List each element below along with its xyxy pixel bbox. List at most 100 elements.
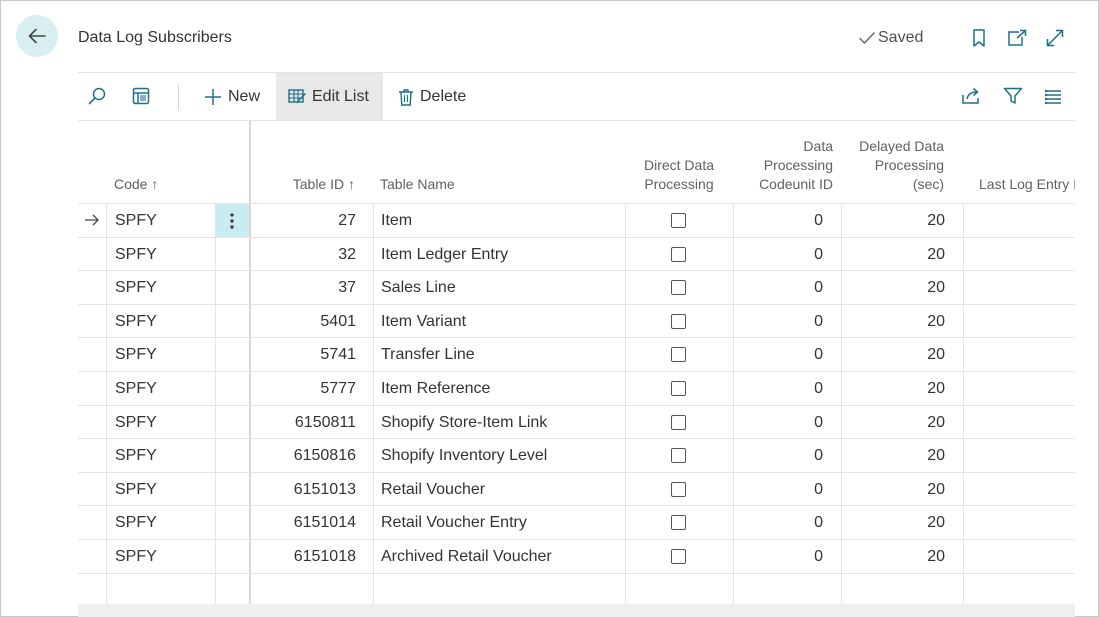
bookmark-icon[interactable]: [968, 27, 990, 49]
table-row[interactable]: SPFY 6150816 Shopify Inventory Level 0 20: [78, 438, 1075, 472]
direct-processing-checkbox[interactable]: [671, 280, 686, 296]
cell-codeunit-id[interactable]: 0: [733, 338, 823, 371]
direct-processing-checkbox[interactable]: [671, 515, 686, 531]
cell-codeunit-id[interactable]: 0: [733, 305, 823, 338]
trash-icon: [399, 88, 413, 106]
show-pane-icon[interactable]: [130, 85, 152, 107]
cell-delayed-processing[interactable]: 20: [841, 540, 945, 573]
cell-delayed-processing[interactable]: 20: [841, 338, 945, 371]
cell-code[interactable]: SPFY: [115, 338, 157, 371]
direct-processing-checkbox[interactable]: [671, 313, 686, 329]
cell-codeunit-id[interactable]: 0: [733, 238, 823, 271]
cell-code[interactable]: SPFY: [115, 506, 157, 539]
table-row[interactable]: SPFY 6151013 Retail Voucher 0 20: [78, 471, 1075, 506]
cell-codeunit-id[interactable]: 0: [733, 473, 823, 506]
share-icon[interactable]: [960, 85, 982, 107]
cell-table-name[interactable]: Sales Line: [381, 271, 456, 304]
cell-codeunit-id[interactable]: 0: [733, 271, 823, 304]
cell-code[interactable]: SPFY: [115, 305, 157, 338]
cell-code[interactable]: SPFY: [115, 406, 157, 439]
open-in-new-window-icon[interactable]: [1006, 27, 1028, 49]
row-actions-button[interactable]: [215, 204, 249, 237]
cell-table-id[interactable]: 6150811: [251, 406, 356, 439]
table-row[interactable]: SPFY 5401 Item Variant 0 20: [78, 303, 1075, 338]
direct-processing-checkbox[interactable]: [671, 213, 686, 228]
cell-delayed-processing[interactable]: 20: [841, 305, 945, 338]
cell-delayed-processing[interactable]: 20: [841, 473, 945, 506]
column-header-table-id[interactable]: Table ID ↑: [251, 121, 355, 203]
horizontal-scrollbar[interactable]: [78, 604, 1075, 617]
cell-table-name[interactable]: Retail Voucher: [381, 473, 485, 506]
list-view-icon[interactable]: [1042, 85, 1064, 107]
expand-icon[interactable]: [1044, 27, 1066, 49]
table-row[interactable]: SPFY 6151014 Retail Voucher Entry 0 20: [78, 505, 1075, 539]
cell-code[interactable]: SPFY: [115, 439, 157, 472]
cell-delayed-processing[interactable]: 20: [841, 271, 945, 304]
cell-table-id[interactable]: 6151014: [251, 506, 356, 539]
cell-codeunit-id[interactable]: 0: [733, 406, 823, 439]
cell-delayed-processing[interactable]: 20: [841, 204, 945, 237]
table-row[interactable]: SPFY 6150811 Shopify Store-Item Link 0 20: [78, 404, 1075, 439]
cell-delayed-processing[interactable]: 20: [841, 506, 945, 539]
cell-table-name[interactable]: Shopify Inventory Level: [381, 439, 547, 472]
cell-table-id[interactable]: 6150816: [251, 439, 356, 472]
column-header-table-name[interactable]: Table Name: [380, 121, 620, 203]
table-row[interactable]: SPFY 27 Item 0 20: [78, 203, 1075, 237]
column-header-delayed-processing[interactable]: Delayed Data Processing (sec): [841, 121, 944, 203]
column-header-codeunit-id[interactable]: Data Processing Codeunit ID: [733, 121, 833, 203]
cell-table-id[interactable]: 37: [251, 271, 356, 304]
cell-table-name[interactable]: Shopify Store-Item Link: [381, 406, 547, 439]
cell-code[interactable]: SPFY: [115, 238, 157, 271]
column-header-direct-processing[interactable]: Direct Data Processing: [625, 121, 733, 203]
filter-icon[interactable]: [1002, 85, 1024, 107]
direct-processing-checkbox[interactable]: [671, 549, 686, 564]
direct-processing-checkbox[interactable]: [671, 381, 686, 396]
cell-table-name[interactable]: Item Variant: [381, 305, 466, 338]
direct-processing-checkbox[interactable]: [671, 481, 686, 497]
cell-table-name[interactable]: Archived Retail Voucher: [381, 540, 552, 573]
cell-code[interactable]: SPFY: [115, 271, 157, 304]
cell-table-id[interactable]: 6151018: [251, 540, 356, 573]
direct-processing-checkbox[interactable]: [671, 414, 686, 430]
table-row[interactable]: SPFY 37 Sales Line 0 20: [78, 270, 1075, 304]
table-row[interactable]: SPFY 32 Item Ledger Entry 0 20: [78, 236, 1075, 271]
cell-codeunit-id[interactable]: 0: [733, 506, 823, 539]
column-header-last-log-entry[interactable]: Last Log Entry I: [979, 121, 1075, 203]
cell-delayed-processing[interactable]: 20: [841, 238, 945, 271]
cell-codeunit-id[interactable]: 0: [733, 372, 823, 405]
cell-table-name[interactable]: Transfer Line: [381, 338, 475, 371]
direct-processing-checkbox[interactable]: [671, 448, 686, 464]
table-row[interactable]: SPFY 6151018 Archived Retail Voucher 0 20: [78, 539, 1075, 573]
cell-table-name[interactable]: Retail Voucher Entry: [381, 506, 527, 539]
new-button[interactable]: New: [192, 73, 272, 120]
cell-code[interactable]: SPFY: [115, 372, 157, 405]
delete-button[interactable]: Delete: [386, 73, 478, 120]
cell-delayed-processing[interactable]: 20: [841, 439, 945, 472]
table-row[interactable]: SPFY 5777 Item Reference 0 20: [78, 371, 1075, 405]
cell-code[interactable]: SPFY: [115, 473, 157, 506]
empty-new-row[interactable]: [78, 572, 1075, 606]
search-icon[interactable]: [86, 85, 108, 107]
cell-table-id[interactable]: 5777: [251, 372, 356, 405]
cell-delayed-processing[interactable]: 20: [841, 372, 945, 405]
cell-codeunit-id[interactable]: 0: [733, 439, 823, 472]
cell-table-id[interactable]: 32: [251, 238, 356, 271]
cell-table-name[interactable]: Item Ledger Entry: [381, 238, 508, 271]
cell-delayed-processing[interactable]: 20: [841, 406, 945, 439]
cell-code[interactable]: SPFY: [115, 540, 157, 573]
cell-table-name[interactable]: Item Reference: [381, 372, 490, 405]
cell-table-id[interactable]: 27: [251, 204, 356, 237]
cell-codeunit-id[interactable]: 0: [733, 204, 823, 237]
cell-table-id[interactable]: 5741: [251, 338, 356, 371]
edit-list-button[interactable]: Edit List: [276, 73, 383, 120]
cell-table-id[interactable]: 5401: [251, 305, 356, 338]
cell-table-id[interactable]: 6151013: [251, 473, 356, 506]
cell-code[interactable]: SPFY: [115, 204, 157, 237]
direct-processing-checkbox[interactable]: [671, 246, 686, 262]
cell-codeunit-id[interactable]: 0: [733, 540, 823, 573]
cell-table-name[interactable]: Item: [381, 204, 412, 237]
direct-processing-checkbox[interactable]: [671, 347, 686, 363]
table-row[interactable]: SPFY 5741 Transfer Line 0 20: [78, 337, 1075, 371]
back-button[interactable]: [16, 15, 58, 57]
column-header-code[interactable]: Code ↑: [114, 121, 214, 203]
